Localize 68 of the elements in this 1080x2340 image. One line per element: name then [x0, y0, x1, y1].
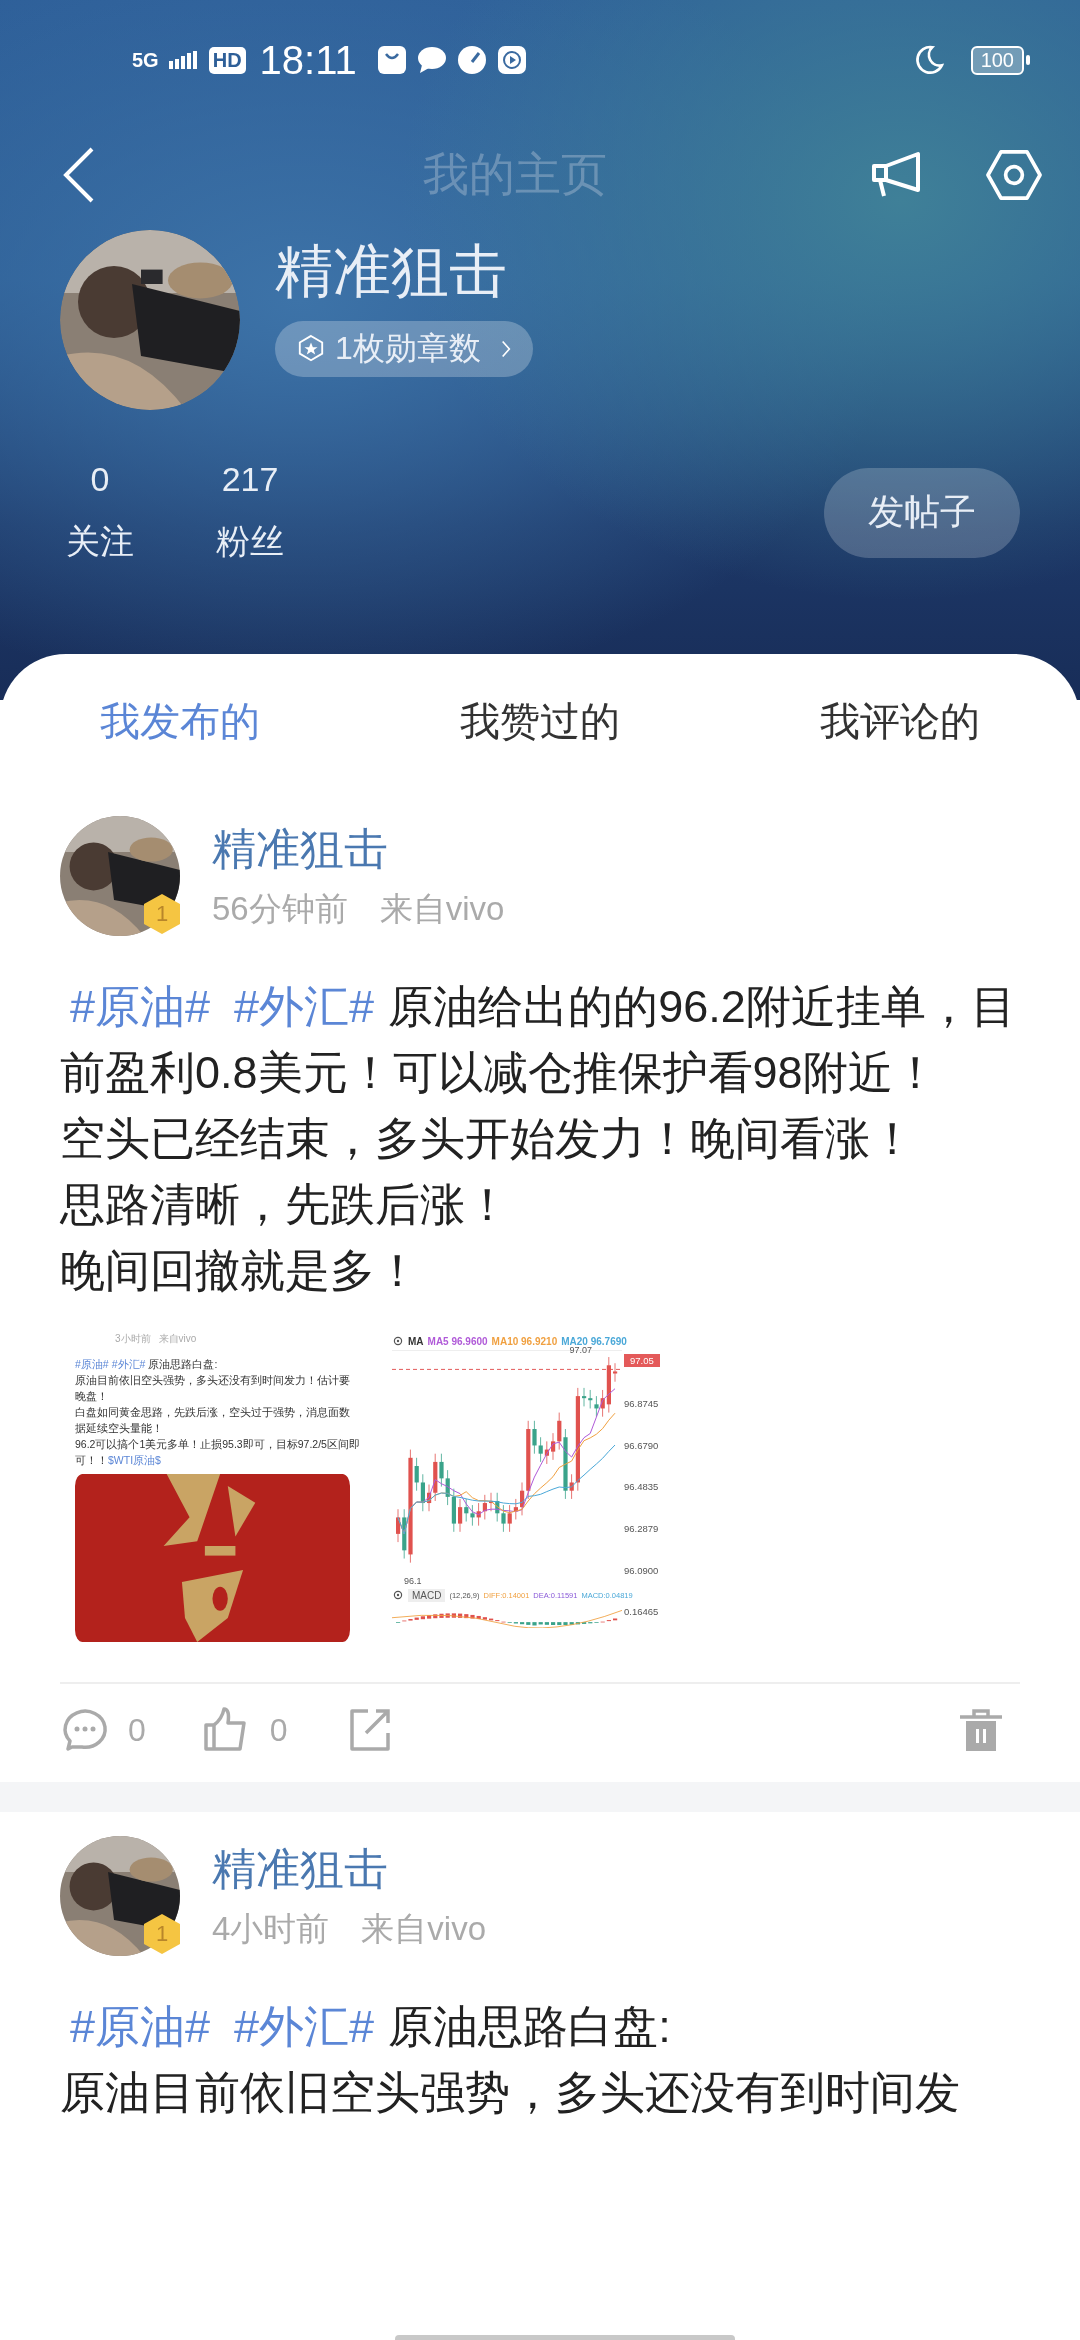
user-name: 精准狙击 [275, 237, 507, 305]
axis-label: 96.8745 [624, 1397, 660, 1409]
new-post-button[interactable]: 发帖子 [824, 467, 1020, 558]
tab[interactable]: 我发布的 [100, 694, 260, 792]
play-icon [496, 45, 527, 75]
post-text: 白盘如同黄金思路，先跌后涨，空头过于强势，消息面数据延续空头量能！ [75, 1405, 351, 1436]
battery-indicator: 100 [970, 45, 1030, 75]
settings-icon [392, 1335, 404, 1347]
axis-label: 0.16465 [623, 1606, 659, 1617]
axis-label: 96.4835 [624, 1481, 660, 1493]
post-text: 晚间回撤就是多！ [60, 1244, 421, 1298]
chevron-icon [500, 339, 511, 359]
bag-icon [376, 45, 407, 75]
medal-count-button[interactable]: 1枚勋章数 [275, 321, 533, 377]
medal-icon [297, 334, 325, 364]
legend-label: MA20 96.7690 [561, 1335, 627, 1347]
author-name[interactable]: 精准狙击 [212, 820, 505, 879]
axis-label: 96.0900 [624, 1565, 660, 1576]
chat-icon [416, 45, 447, 75]
stat-value: 0 [90, 460, 110, 499]
stat-label[interactable]: 粉丝 [216, 519, 284, 565]
tab[interactable]: 我赞过的 [460, 694, 620, 792]
gauge-icon [456, 45, 487, 75]
indicator-selector[interactable]: MACD [408, 1588, 446, 1602]
hashtag-link[interactable]: #外汇# [234, 2001, 375, 2052]
like-button[interactable]: 0 [201, 1705, 288, 1755]
post-source: 来自vivo [361, 1909, 487, 1949]
hashtag-link: #外汇# [111, 1358, 146, 1370]
status-time: 18:11 [259, 37, 357, 83]
tab[interactable]: 我评论的 [820, 694, 980, 792]
post-text: 思路清晰，先跌后涨！ [60, 1178, 511, 1232]
stat-label[interactable]: 关注 [66, 519, 134, 565]
post-source: 来自vivo [379, 889, 505, 929]
signal-icon [168, 49, 199, 71]
legend-label: MA10 96.9210 [491, 1335, 558, 1347]
hashtag-link[interactable]: #原油# [70, 981, 211, 1032]
high-price-label: 97.07 [569, 1345, 592, 1355]
axis-label: 96.6790 [624, 1439, 660, 1451]
post-text: #原油# #外汇# 原油思路白盘: [69, 2000, 672, 2054]
post-text: 空头已经结束，多头开始发力！晚间看涨！ [60, 1112, 916, 1166]
post-text: 原油目前依旧空头强势，多头还没有到时间发 [60, 2066, 961, 2120]
settings-icon[interactable] [986, 149, 1042, 201]
stat-value: 217 [221, 460, 279, 499]
hashtag-link[interactable]: #外汇# [234, 981, 375, 1032]
candle [613, 1362, 618, 1383]
post-time: 56分钟前 [212, 889, 348, 929]
network-label: 5G [132, 48, 159, 72]
hashtag-link[interactable]: #原油# [70, 2001, 211, 2052]
hashtag-link: #原油# [75, 1358, 109, 1370]
comment-button[interactable]: 0 [60, 1705, 146, 1755]
post-time: 3小时前 [115, 1332, 151, 1346]
legend-label: MA [408, 1335, 424, 1347]
post-time: 4小时前 [212, 1909, 330, 1949]
legend-label: MA5 96.9600 [427, 1335, 488, 1347]
post-text: 96.2可以搞个1美元多单！止损95.3即可，目标97.2/5区间即可！！$WTI原油$ [75, 1437, 360, 1468]
post-text: #原油# #外汇# 原油给出的的96.2附近挂单，目前盈利0.8美元！可以减仓推保护看98附近！ [60, 980, 1017, 1100]
author-name[interactable]: 精准狙击 [212, 1840, 487, 1899]
post-text: #原油# #外汇# 原油思路白盘: [75, 1357, 219, 1372]
post-source: 来自vivo [158, 1332, 197, 1346]
axis-label: 96.2879 [624, 1523, 660, 1535]
histogram-bar [613, 1618, 618, 1621]
current-price-tag: 97.05 [624, 1354, 660, 1367]
stock-tag-link: $WTI原油$ [108, 1454, 161, 1466]
low-price-label: 96.1 [404, 1576, 422, 1586]
post-text: 原油目前依旧空头强势，多头还没有到时间发力！估计要晚盘！ [75, 1373, 351, 1404]
hd-badge: HD [208, 46, 246, 74]
settings-icon [392, 1589, 404, 1601]
post-screenshot[interactable]: 3小时前 来自vivo #原油# #外汇# 原油思路白盘: 原油目前依旧空头强势，多头还没有到时间发力！估计要晚盘！ 白盘如同黄金思路，先跌后涨，空头过于强势，消息面数据延续空头量能！ 96.2可以搞个1美元多单！止损95.3即可，目标97.2/5区间即可！！$WTI原油$ [75, 1332, 360, 1642]
